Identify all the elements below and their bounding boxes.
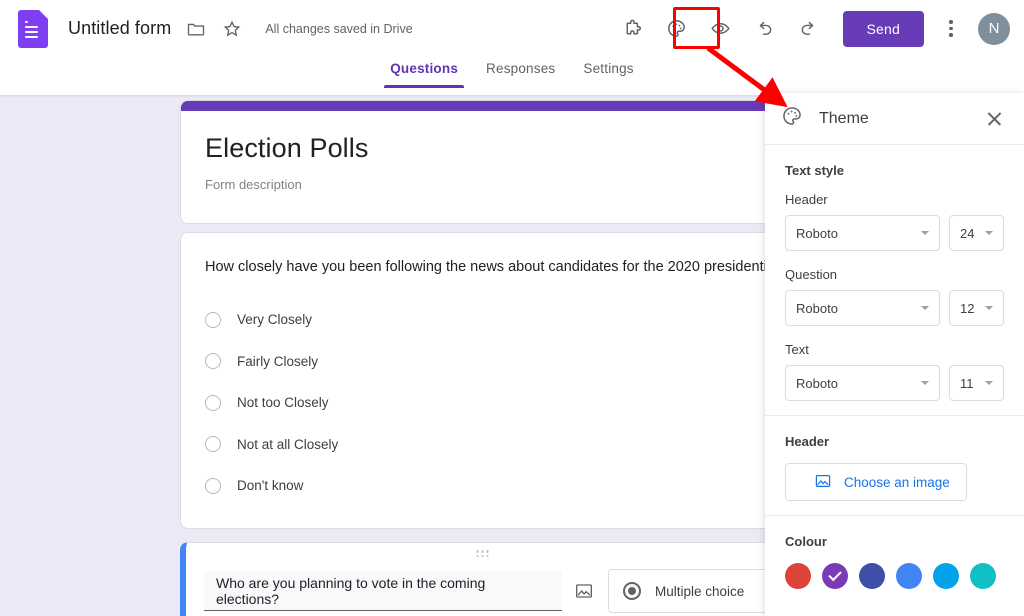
form-title-text[interactable]: Election Polls — [181, 111, 779, 164]
text-size-select[interactable]: 11 — [949, 365, 1004, 401]
theme-panel-header: Theme — [765, 93, 1024, 145]
radio-unselected-icon[interactable] — [205, 311, 221, 328]
question-size-value: 12 — [960, 300, 975, 316]
text-style-section: Text style Header Roboto 24 Question Rob… — [765, 145, 1024, 416]
question-1-options: Very Closely Fairly Closely Not too Clos… — [181, 275, 779, 507]
question-type-label: Multiple choice — [655, 583, 745, 599]
option-label: Not too Closely — [237, 395, 329, 411]
close-icon[interactable] — [982, 106, 1008, 132]
form-accent-bar — [181, 101, 779, 111]
question-card-1[interactable]: How closely have you been following the … — [180, 232, 802, 529]
chevron-down-icon — [985, 231, 993, 235]
folder-icon[interactable] — [185, 18, 207, 40]
question-field-label: Question — [785, 267, 838, 282]
choose-image-label: Choose an image — [844, 474, 950, 490]
header-size-select[interactable]: 24 — [949, 215, 1004, 251]
colour-swatch-teal[interactable] — [970, 563, 996, 589]
header-font-select[interactable]: Roboto — [785, 215, 940, 251]
question-size-select[interactable]: 12 — [949, 290, 1004, 326]
text-style-heading: Text style — [785, 163, 845, 178]
google-forms-icon[interactable] — [18, 9, 48, 48]
question-2-input[interactable]: Who are you planning to vote in the comi… — [204, 571, 562, 611]
more-vertical-icon[interactable] — [934, 20, 968, 37]
radio-unselected-icon[interactable] — [205, 394, 221, 411]
colour-swatch-blue[interactable] — [896, 563, 922, 589]
avatar[interactable]: N — [978, 12, 1010, 45]
header-field-label: Header — [785, 192, 828, 207]
option-label: Not at all Closely — [237, 436, 339, 452]
colour-swatch-purple-selected[interactable] — [822, 563, 848, 589]
google-forms-editor: Untitled form All changes saved in Drive — [0, 0, 1024, 616]
text-font-value: Roboto — [796, 375, 838, 391]
header-font-value: Roboto — [796, 225, 838, 241]
chevron-down-icon — [921, 381, 929, 385]
tab-responses[interactable]: Responses — [472, 57, 569, 88]
puzzle-addons-icon[interactable] — [613, 9, 653, 49]
choose-image-button[interactable]: Choose an image — [785, 463, 967, 501]
radio-unselected-icon[interactable] — [205, 353, 221, 370]
option-row[interactable]: Don't know — [205, 465, 779, 507]
colour-swatch-red[interactable] — [785, 563, 811, 589]
header-image-heading: Header — [785, 434, 830, 449]
header-size-value: 24 — [960, 225, 975, 241]
redo-icon[interactable] — [789, 9, 829, 49]
question-type-select[interactable]: Multiple choice — [608, 569, 788, 613]
top-app-bar: Untitled form All changes saved in Drive — [0, 0, 1024, 57]
theme-panel: Theme Text style Header Roboto 24 Questi… — [765, 93, 1024, 616]
text-font-controls: Roboto 11 — [785, 365, 1004, 401]
save-status: All changes saved in Drive — [265, 21, 413, 36]
undo-icon[interactable] — [745, 9, 785, 49]
text-font-select[interactable]: Roboto — [785, 365, 940, 401]
tab-questions[interactable]: Questions — [376, 57, 472, 88]
topbar-actions: Send N — [609, 9, 1024, 49]
palette-theme-icon — [781, 105, 803, 132]
option-row[interactable]: Not too Closely — [205, 382, 779, 424]
colour-swatches — [785, 563, 1004, 589]
form-description-text[interactable]: Form description — [181, 164, 779, 192]
colour-swatch-light-blue[interactable] — [933, 563, 959, 589]
radio-unselected-icon[interactable] — [205, 477, 221, 494]
insert-image-icon[interactable] — [574, 572, 594, 610]
send-button[interactable]: Send — [842, 10, 924, 47]
editor-tabs: Questions Responses Settings — [0, 57, 1024, 95]
question-font-value: Roboto — [796, 300, 838, 316]
question-card-2-active[interactable]: Who are you planning to vote in the comi… — [180, 542, 788, 616]
option-label: Don't know — [237, 478, 304, 494]
header-image-section: Header Choose an image — [765, 416, 1024, 516]
header-font-controls: Roboto 24 — [785, 215, 1004, 251]
chevron-down-icon — [985, 381, 993, 385]
star-icon[interactable] — [221, 18, 243, 40]
option-row[interactable]: Fairly Closely — [205, 341, 779, 383]
radio-unselected-icon[interactable] — [205, 436, 221, 453]
forms-logo-lines — [25, 20, 38, 41]
option-row[interactable]: Very Closely — [205, 299, 779, 341]
palette-theme-icon[interactable] — [657, 9, 697, 49]
colour-swatch-indigo[interactable] — [859, 563, 885, 589]
image-icon — [814, 472, 832, 493]
chevron-down-icon — [921, 306, 929, 310]
radio-selected-icon — [623, 582, 641, 600]
eye-preview-icon[interactable] — [701, 9, 741, 49]
question-1-text[interactable]: How closely have you been following the … — [181, 233, 802, 275]
theme-panel-title: Theme — [819, 109, 869, 127]
option-label: Very Closely — [237, 312, 313, 328]
chevron-down-icon — [985, 306, 993, 310]
text-size-value: 11 — [960, 375, 974, 391]
text-field-label: Text — [785, 342, 809, 357]
colour-heading: Colour — [785, 534, 827, 549]
option-label: Fairly Closely — [237, 353, 319, 369]
form-header-card[interactable]: Election Polls Form description — [180, 100, 780, 224]
form-title[interactable]: Untitled form — [68, 18, 171, 39]
drag-handle-dots-icon[interactable] — [476, 550, 489, 557]
question-font-select[interactable]: Roboto — [785, 290, 940, 326]
chevron-down-icon — [921, 231, 929, 235]
option-row[interactable]: Not at all Closely — [205, 424, 779, 466]
question-font-controls: Roboto 12 — [785, 290, 1004, 326]
tab-settings[interactable]: Settings — [569, 57, 647, 88]
colour-section: Colour — [765, 516, 1024, 603]
